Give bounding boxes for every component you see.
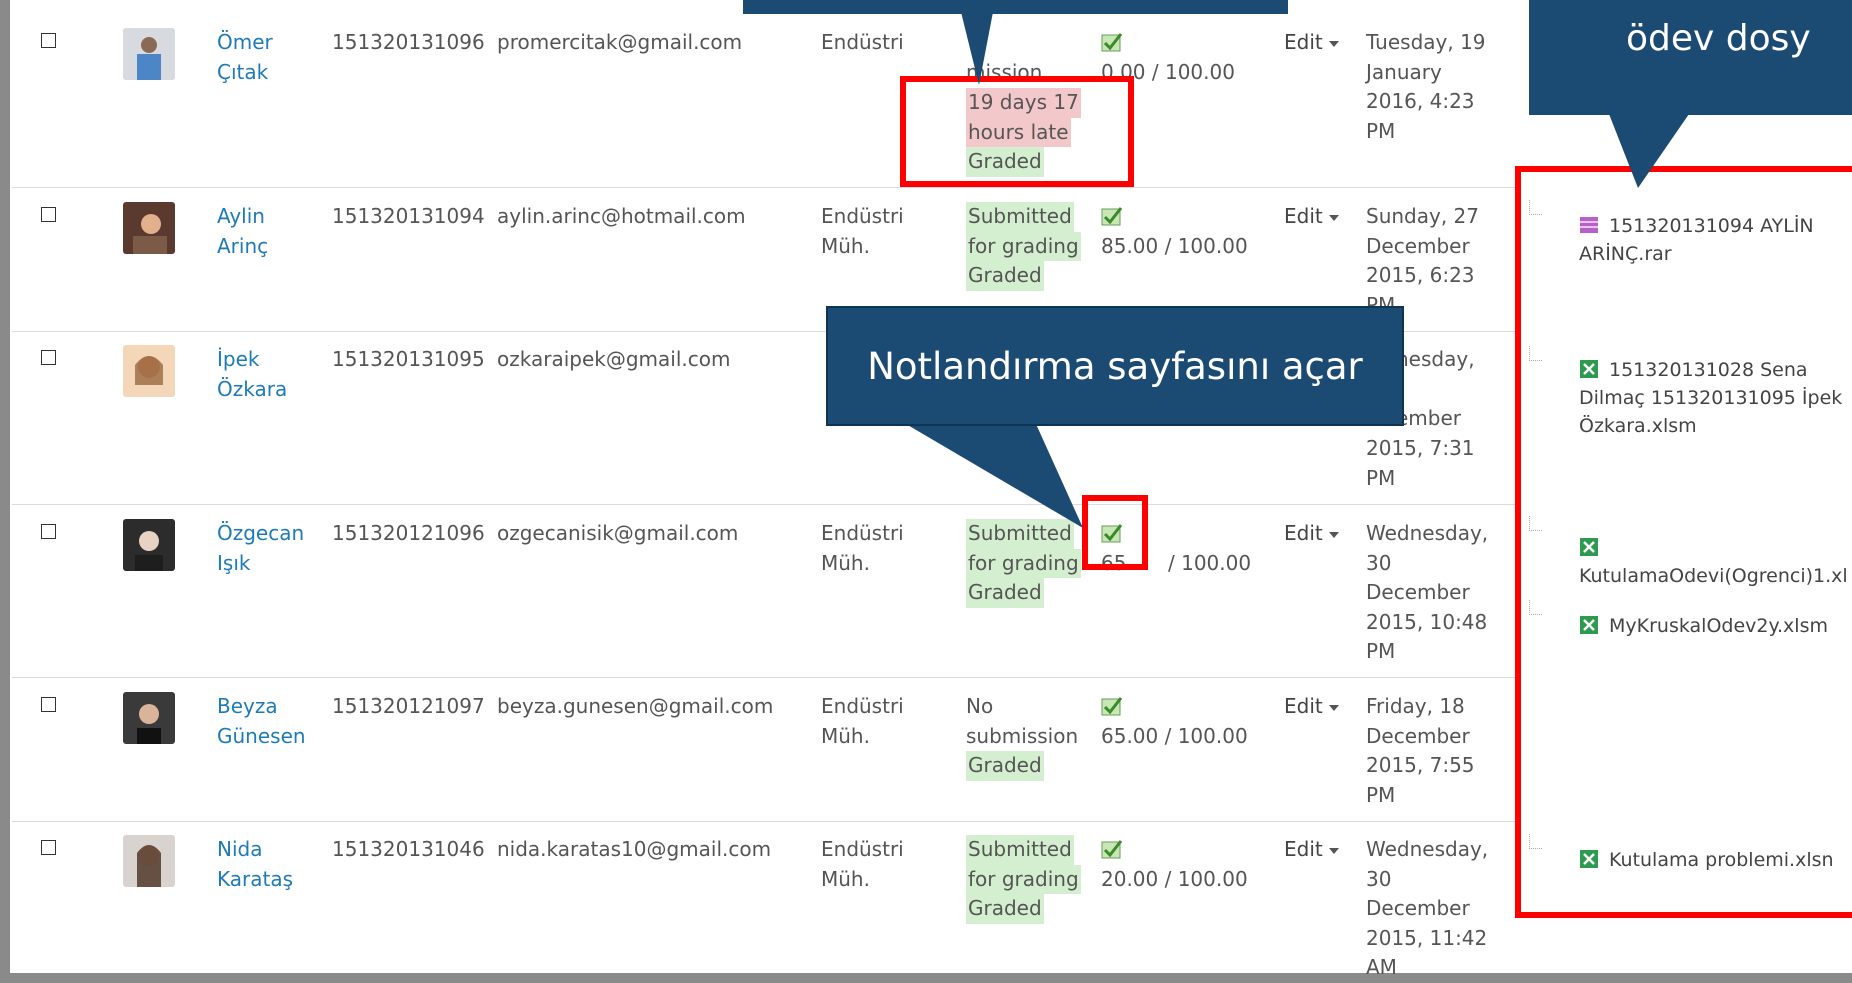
avatar[interactable] [123,692,175,744]
callout-middle: Notlandırma sayfasını açar [826,306,1404,426]
user-photo-icon [123,519,175,571]
edit-menu-button[interactable]: Edit [1284,30,1339,54]
avatar[interactable] [123,835,175,887]
frame-border-left [0,0,10,983]
avatar[interactable] [123,345,175,397]
student-email: aylin.arinc@hotmail.com [497,204,746,228]
department: Endüstri Müh. [821,694,904,748]
user-photo-icon [123,28,175,80]
last-modified-date: Wednesday, 30 December 2015, 11:42 AM [1366,837,1489,980]
last-modified-date: Wednesday, 30 December 2015, 10:48 PM [1366,521,1489,664]
user-photo-icon [123,202,175,254]
late-status-highlight [900,76,1134,187]
chevron-down-icon [1328,40,1339,47]
select-row-checkbox[interactable] [41,697,56,712]
student-id: 151320131094 [332,204,485,228]
student-email: promercitak@gmail.com [497,30,743,54]
student-id: 151320131046 [332,837,485,861]
grade-checkmark-icon[interactable] [1101,839,1123,859]
student-name[interactable]: Aylin Arinç [217,202,268,261]
last-modified-date: Friday, 18 December 2015, 7:55 PM [1366,694,1475,807]
edit-menu-button[interactable]: Edit [1284,837,1339,861]
student-name[interactable]: Nida Karataş [217,835,293,894]
row-divider [12,677,1517,678]
frame-border-bottom [0,973,1852,983]
user-photo-icon [123,345,175,397]
department: Endüstri Müh. [821,204,904,258]
grade-value: 65.00 / 100.00 [1101,724,1248,748]
student-email: ozkaraipek@gmail.com [497,347,731,371]
user-photo-icon [123,835,175,887]
callout-text: ödev dosy [1626,18,1811,59]
last-modified-date: nesday, ember [1396,347,1475,431]
student-id: 151320131096 [332,30,485,54]
student-email: beyza.gunesen@gmail.com [497,694,774,718]
student-email: ozgecanisik@gmail.com [497,521,739,545]
files-column-highlight [1515,166,1852,918]
user-photo-icon [123,692,175,744]
grade-checkmark-icon[interactable] [1101,206,1123,226]
student-id: 151320131095 [332,347,485,371]
select-row-checkbox[interactable] [41,350,56,365]
callout-top-middle [743,0,1288,85]
grade-value: / 100.00 [1168,551,1252,575]
edit-menu-button[interactable]: Edit [1284,204,1339,228]
student-email: nida.karatas10@gmail.com [497,837,772,861]
avatar[interactable] [123,202,175,254]
grade-value: 20.00 / 100.00 [1101,867,1248,891]
chevron-down-icon [1328,704,1339,711]
edit-menu-button[interactable]: Edit [1284,694,1339,718]
student-name[interactable]: Beyza Günesen [217,692,306,751]
avatar[interactable] [123,28,175,80]
select-row-checkbox[interactable] [41,207,56,222]
callout-text: Notlandırma sayfasını açar [867,344,1363,388]
grade-checkmark-icon[interactable] [1101,696,1123,716]
select-row-checkbox[interactable] [41,524,56,539]
submission-status: Submitted for grading Graded [966,835,1081,924]
student-id: 151320121097 [332,694,485,718]
avatar[interactable] [123,519,175,571]
last-modified-date: Sunday, 27 December 2015, 6:23 PM [1366,204,1479,317]
grade-value: 85.00 / 100.00 [1101,234,1248,258]
student-name[interactable]: Ömer Çıtak [217,28,273,87]
submission-status: Submitted for grading Graded [966,202,1081,291]
student-name[interactable]: İpek Özkara [217,345,287,404]
row-divider [12,187,1517,188]
select-row-checkbox[interactable] [41,840,56,855]
submission-status: No submission Graded [966,692,1078,781]
row-divider [12,821,1517,822]
student-id: 151320121096 [332,521,485,545]
student-name[interactable]: Özgecan Işık [217,519,304,578]
select-row-checkbox[interactable] [41,33,56,48]
last-modified-date: Tuesday, 19 January 2016, 4:23 PM [1366,30,1486,143]
chevron-down-icon [1328,214,1339,221]
department: Endüstri Müh. [821,837,904,891]
chevron-down-icon [1328,847,1339,854]
